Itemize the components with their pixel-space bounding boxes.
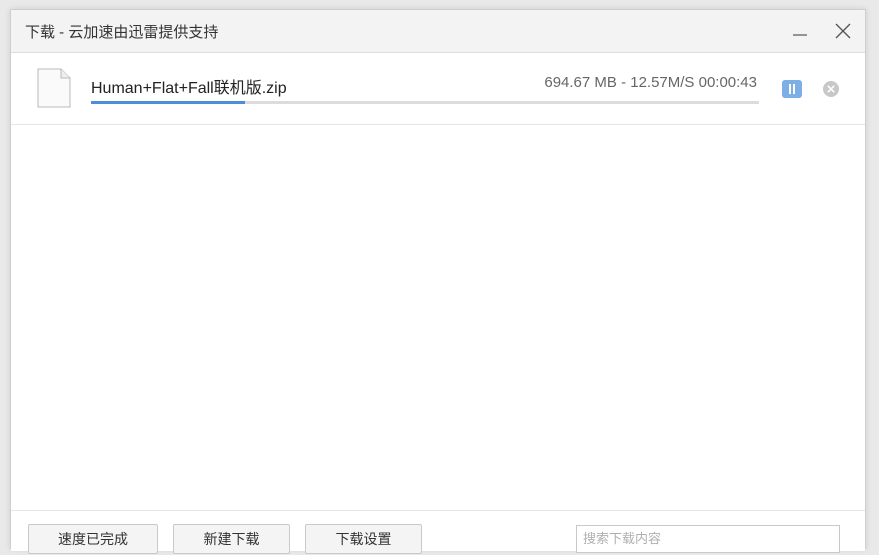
pause-button[interactable] <box>782 80 802 98</box>
minimize-icon <box>793 34 807 36</box>
progress-fill <box>91 101 245 104</box>
close-circle-icon[interactable] <box>822 80 840 98</box>
file-icon <box>37 68 71 108</box>
download-status: 694.67 MB - 12.57M/S 00:00:43 <box>544 74 757 91</box>
download-item[interactable]: Human+Flat+Fall联机版.zip 694.67 MB - 12.57… <box>11 52 865 125</box>
minimize-button[interactable] <box>783 16 817 46</box>
download-settings-button[interactable]: 下载设置 <box>305 524 422 554</box>
progress-bar <box>91 101 759 104</box>
title-bar: 下载 - 云加速由迅雷提供支持 <box>11 10 865 53</box>
search-input[interactable] <box>576 525 840 553</box>
window-title: 下载 - 云加速由迅雷提供支持 <box>25 24 219 41</box>
download-list-empty-area <box>11 125 865 505</box>
footer-bar: 速度已完成 新建下载 下载设置 <box>11 510 865 554</box>
download-window: 下载 - 云加速由迅雷提供支持 Human+Flat+Fall联机版.zip 6… <box>10 9 866 554</box>
pause-icon-bar <box>793 84 795 94</box>
new-download-button[interactable]: 新建下载 <box>173 524 290 554</box>
pause-icon <box>789 84 791 94</box>
close-icon <box>835 23 851 39</box>
file-name: Human+Flat+Fall联机版.zip <box>91 80 287 97</box>
completed-button[interactable]: 速度已完成 <box>28 524 158 554</box>
close-button[interactable] <box>826 16 860 46</box>
